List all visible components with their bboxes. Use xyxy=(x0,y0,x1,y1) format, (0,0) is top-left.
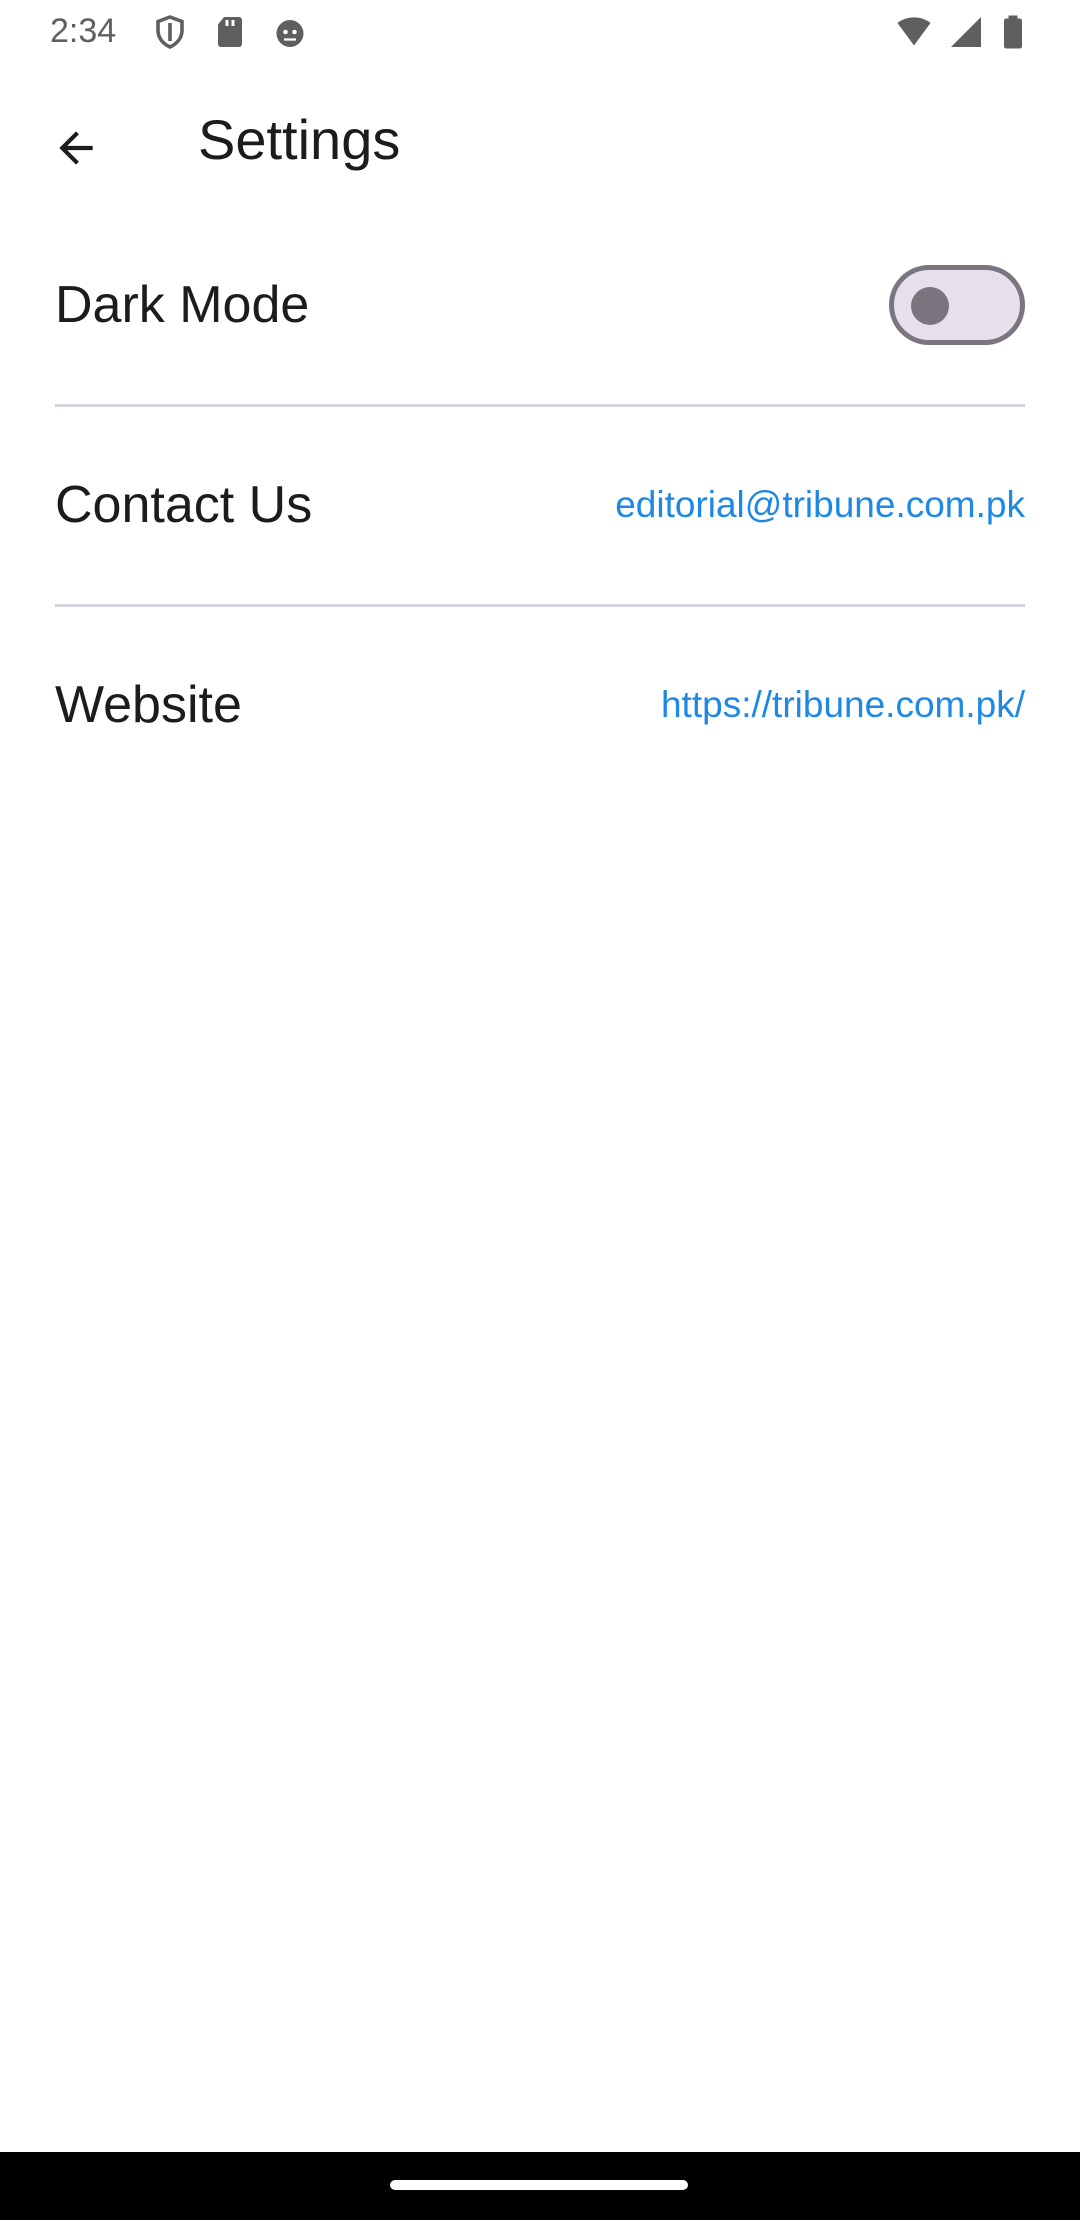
sd-card-icon xyxy=(210,14,250,50)
page-title: Settings xyxy=(198,108,401,171)
toggle-knob xyxy=(911,287,949,325)
dark-mode-row[interactable]: Dark Mode xyxy=(55,206,1025,404)
app-bar: Settings xyxy=(0,64,1080,220)
android-face-icon xyxy=(270,14,310,50)
website-row: Website https://tribune.com.pk/ xyxy=(55,606,1025,804)
arrow-back-icon xyxy=(51,123,101,178)
website-link[interactable]: https://tribune.com.pk/ xyxy=(661,684,1025,726)
cell-signal-icon xyxy=(946,14,986,50)
website-label: Website xyxy=(55,676,242,734)
shield-icon xyxy=(150,14,190,50)
wifi-icon xyxy=(894,14,934,50)
contact-email-link[interactable]: editorial@tribune.com.pk xyxy=(615,484,1025,526)
contact-us-label: Contact Us xyxy=(55,476,313,534)
system-navigation-bar xyxy=(0,2152,1080,2220)
back-button[interactable] xyxy=(36,110,116,190)
status-icons-right xyxy=(894,14,1038,50)
status-time: 2:34 xyxy=(50,12,117,50)
dark-mode-toggle[interactable] xyxy=(889,265,1025,345)
status-bar: 2:34 xyxy=(0,0,1080,64)
battery-icon xyxy=(998,14,1038,50)
home-gesture-handle[interactable] xyxy=(390,2180,688,2190)
settings-screen: 2:34 Settings Dark Mode Contact Us edito… xyxy=(0,0,1080,2220)
status-icons-left xyxy=(150,14,310,50)
dark-mode-label: Dark Mode xyxy=(55,276,310,334)
contact-us-row: Contact Us editorial@tribune.com.pk xyxy=(55,406,1025,604)
